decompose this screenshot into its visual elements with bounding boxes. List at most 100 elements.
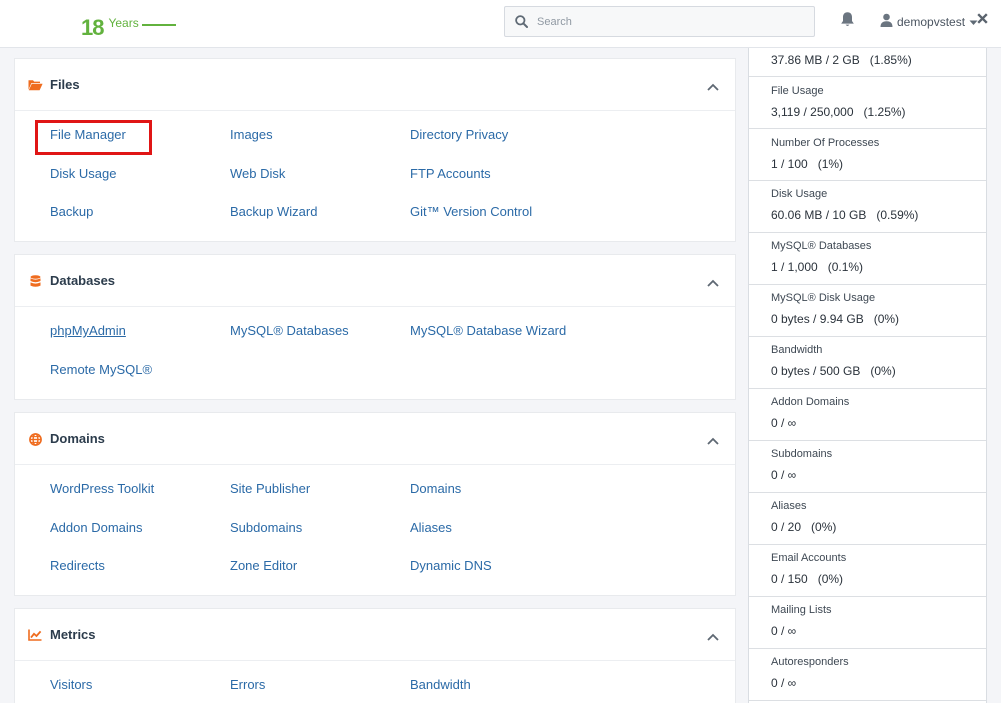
stat-row: MySQL® Databases 1 / 1,000 (0.1%)	[749, 233, 986, 285]
subdomains-link[interactable]: Subdomains	[230, 520, 302, 535]
stat-value: 0 / ∞	[771, 468, 797, 482]
databases-title: Databases	[50, 273, 116, 288]
ftp-accounts-link[interactable]: FTP Accounts	[410, 166, 491, 181]
chevron-up-icon[interactable]	[707, 275, 719, 290]
stat-row: Addon Domains 0 / ∞	[749, 389, 986, 441]
folder-open-icon	[27, 77, 43, 93]
page-edge	[987, 48, 1001, 703]
redirects-link[interactable]: Redirects	[50, 558, 105, 573]
stat-label: Disk Usage	[771, 188, 828, 200]
close-icon[interactable]	[977, 12, 988, 27]
stat-label: Autoresponders	[771, 656, 849, 668]
statistics-panel: 37.86 MB / 2 GB (1.85%) File Usage 3,119…	[748, 48, 987, 703]
wordpress-toolkit-link[interactable]: WordPress Toolkit	[50, 481, 154, 496]
domains-items: WordPress Toolkit Site Publisher Domains…	[15, 465, 735, 595]
mysql-database-wizard-link[interactable]: MySQL® Database Wizard	[410, 323, 566, 338]
stat-row: Mailing Lists 0 / ∞	[749, 597, 986, 649]
stat-value: 1 / 1,000 (0.1%)	[771, 260, 864, 274]
logo-word: Years	[108, 16, 139, 30]
stat-row: 37.86 MB / 2 GB (1.85%)	[749, 48, 986, 77]
chart-line-icon	[27, 627, 43, 643]
databases-header[interactable]: Databases	[15, 255, 735, 307]
files-title: Files	[50, 77, 80, 92]
bell-icon[interactable]	[840, 11, 855, 31]
domains-title: Domains	[50, 431, 105, 446]
stat-value: 0 bytes / 9.94 GB (0%)	[771, 312, 900, 326]
username: demopvstest	[897, 14, 966, 29]
stat-value: 0 / 20 (0%)	[771, 520, 837, 534]
stat-value: 0 / ∞	[771, 416, 797, 430]
files-header[interactable]: Files	[15, 59, 735, 111]
stat-value: 1 / 100 (1%)	[771, 157, 844, 171]
database-icon	[27, 273, 43, 289]
visitors-link[interactable]: Visitors	[50, 677, 92, 692]
stat-row: Autoresponders 0 / ∞	[749, 649, 986, 701]
files-items: File Manager Images Directory Privacy Di…	[15, 111, 735, 241]
databases-card: Databases phpMyAdmin MySQL® Databases My…	[14, 254, 736, 400]
chevron-up-icon[interactable]	[707, 433, 719, 448]
stat-row: Disk Usage 60.06 MB / 10 GB (0.59%)	[749, 181, 986, 233]
file-manager-link[interactable]: File Manager	[50, 127, 126, 142]
stat-row: Number Of Processes 1 / 100 (1%)	[749, 129, 986, 181]
dynamic-dns-link[interactable]: Dynamic DNS	[410, 558, 492, 573]
stat-value: 37.86 MB / 2 GB (1.85%)	[771, 53, 912, 67]
errors-link[interactable]: Errors	[230, 677, 265, 692]
stat-value: 0 / ∞	[771, 676, 797, 690]
aliases-link[interactable]: Aliases	[410, 520, 452, 535]
stat-row: Subdomains 0 / ∞	[749, 441, 986, 493]
remote-mysql-link[interactable]: Remote MySQL®	[50, 362, 152, 377]
search-box[interactable]	[504, 6, 815, 37]
images-link[interactable]: Images	[230, 127, 273, 142]
logo-number: 18	[81, 15, 105, 40]
search-input[interactable]	[537, 15, 814, 28]
chevron-up-icon[interactable]	[707, 629, 719, 644]
git-version-control-link[interactable]: Git™ Version Control	[410, 204, 532, 219]
backup-wizard-link[interactable]: Backup Wizard	[230, 204, 317, 219]
domains-card: Domains WordPress Toolkit Site Publisher…	[14, 412, 736, 596]
globe-icon	[27, 431, 43, 447]
directory-privacy-link[interactable]: Directory Privacy	[410, 127, 508, 142]
stat-value: 0 bytes / 500 GB (0%)	[771, 364, 896, 378]
stat-label: Mailing Lists	[771, 604, 832, 616]
metrics-card: Metrics Visitors Errors Bandwidth	[14, 608, 736, 703]
stat-label: File Usage	[771, 85, 824, 97]
logo-line	[141, 24, 176, 26]
phpmyadmin-link[interactable]: phpMyAdmin	[50, 323, 126, 338]
stat-label: Email Accounts	[771, 552, 847, 564]
stat-label: MySQL® Disk Usage	[771, 292, 876, 304]
stat-label: Number Of Processes	[771, 137, 880, 149]
stat-row: File Usage 3,119 / 250,000 (1.25%)	[749, 77, 986, 129]
domains-header[interactable]: Domains	[15, 413, 735, 465]
files-card: Files File Manager Images Directory Priv…	[14, 58, 736, 242]
stat-row: Bandwidth 0 bytes / 500 GB (0%)	[749, 337, 986, 389]
stat-value: 0 / 150 (0%)	[771, 572, 844, 586]
stat-value: 0 / ∞	[771, 624, 797, 638]
domains-link[interactable]: Domains	[410, 481, 461, 496]
mysql-databases-link[interactable]: MySQL® Databases	[230, 323, 349, 338]
stat-label: Aliases	[771, 500, 807, 512]
stat-label: Bandwidth	[771, 344, 823, 356]
site-publisher-link[interactable]: Site Publisher	[230, 481, 310, 496]
stat-label: Addon Domains	[771, 396, 850, 408]
chevron-up-icon[interactable]	[707, 79, 719, 94]
disk-usage-link[interactable]: Disk Usage	[50, 166, 116, 181]
stat-row: MySQL® Disk Usage 0 bytes / 9.94 GB (0%)	[749, 285, 986, 337]
addon-domains-link[interactable]: Addon Domains	[50, 520, 143, 535]
bandwidth-link[interactable]: Bandwidth	[410, 677, 471, 692]
zone-editor-link[interactable]: Zone Editor	[230, 558, 297, 573]
user-icon	[880, 13, 893, 30]
user-menu[interactable]: demopvstest	[880, 13, 978, 30]
stat-label: MySQL® Databases	[771, 240, 872, 252]
databases-items: phpMyAdmin MySQL® Databases MySQL® Datab…	[15, 307, 735, 399]
backup-link[interactable]: Backup	[50, 204, 93, 219]
logo[interactable]: 18 Years	[81, 14, 176, 42]
search-icon	[505, 15, 537, 28]
stat-value: 3,119 / 250,000 (1.25%)	[771, 105, 906, 119]
metrics-title: Metrics	[50, 627, 96, 642]
stat-row: Email Accounts 0 / 150 (0%)	[749, 545, 986, 597]
metrics-items: Visitors Errors Bandwidth	[15, 661, 735, 703]
metrics-header[interactable]: Metrics	[15, 609, 735, 661]
web-disk-link[interactable]: Web Disk	[230, 166, 285, 181]
stat-value: 60.06 MB / 10 GB (0.59%)	[771, 208, 919, 222]
stat-label: Subdomains	[771, 448, 833, 460]
